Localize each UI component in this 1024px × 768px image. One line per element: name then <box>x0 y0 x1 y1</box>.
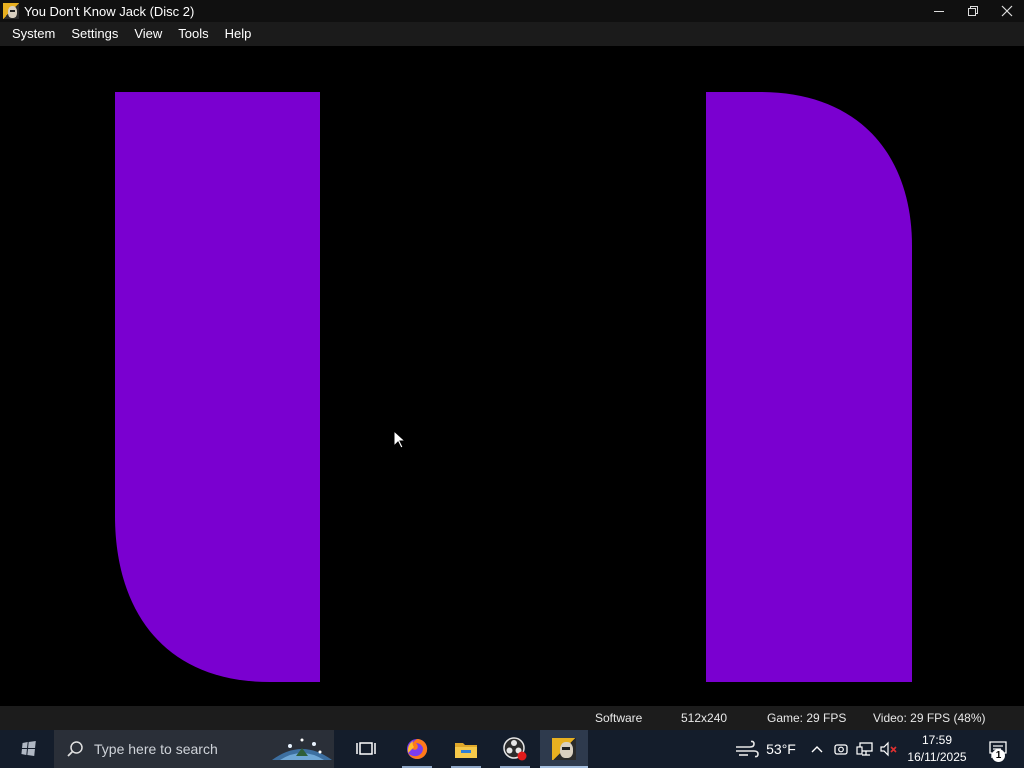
ydkj-taskbar-button[interactable] <box>540 730 588 768</box>
volume-tray-button[interactable] <box>878 730 900 768</box>
search-icon <box>66 740 84 758</box>
clock-time: 17:59 <box>921 733 953 747</box>
obs-taskbar-button[interactable] <box>491 730 539 768</box>
ydkj-app-icon <box>552 738 576 760</box>
notification-count-badge: 1 <box>992 749 1005 762</box>
weather-temperature: 53°F <box>766 741 796 757</box>
emulator-status-bar: Software 512x240 Game: 29 FPS Video: 29 … <box>0 706 1024 730</box>
speaker-muted-icon <box>880 741 897 757</box>
menu-system[interactable]: System <box>4 22 63 46</box>
menu-tools[interactable]: Tools <box>170 22 216 46</box>
obs-icon <box>503 737 527 761</box>
close-button[interactable] <box>990 0 1024 22</box>
resolution-label: 512x240 <box>681 711 728 725</box>
restore-icon <box>968 6 978 16</box>
restore-button[interactable] <box>956 0 990 22</box>
chevron-up-icon <box>811 746 823 753</box>
left-purple-panel <box>115 92 320 682</box>
firefox-icon <box>407 738 428 759</box>
ydkj-app-icon[interactable] <box>3 3 19 19</box>
video-fps-label: Video: 29 FPS (48%) <box>873 711 986 725</box>
game-viewport[interactable] <box>0 46 1024 706</box>
search-highlights-icon <box>272 738 332 760</box>
clock-date: 16/11/2025 <box>907 750 967 764</box>
mouse-cursor-icon <box>393 430 407 449</box>
right-purple-panel <box>706 92 912 682</box>
game-screen <box>0 46 1024 706</box>
window-title: You Don't Know Jack (Disc 2) <box>24 3 195 19</box>
task-view-icon <box>356 742 376 755</box>
network-icon <box>856 742 873 756</box>
menu-view[interactable]: View <box>126 22 170 46</box>
task-view-button[interactable] <box>342 730 390 768</box>
network-tray-button[interactable] <box>854 730 876 768</box>
wind-weather-icon <box>736 740 759 758</box>
close-icon <box>1001 5 1013 17</box>
taskbar: Type here to search 53°F 17:59 16/11/202… <box>0 730 1024 768</box>
meet-now-tray-button[interactable] <box>830 730 852 768</box>
start-button[interactable] <box>0 730 54 768</box>
renderer-label: Software <box>595 711 643 725</box>
firefox-taskbar-button[interactable] <box>393 730 441 768</box>
show-hidden-icons-button[interactable] <box>808 730 826 768</box>
camera-icon <box>834 744 848 755</box>
minimize-icon <box>934 11 944 12</box>
game-fps-label: Game: 29 FPS <box>767 711 847 725</box>
windows-start-icon <box>21 741 36 756</box>
menu-settings[interactable]: Settings <box>63 22 126 46</box>
search-placeholder: Type here to search <box>94 741 218 757</box>
window-controls <box>922 0 1024 22</box>
taskbar-clock[interactable]: 17:59 16/11/2025 <box>900 730 974 768</box>
menu-help[interactable]: Help <box>217 22 260 46</box>
title-bar[interactable]: You Don't Know Jack (Disc 2) <box>0 0 1024 22</box>
menu-bar: System Settings View Tools Help <box>0 22 1024 46</box>
weather-widget[interactable]: 53°F <box>728 730 802 768</box>
minimize-button[interactable] <box>922 0 956 22</box>
taskbar-search-box[interactable]: Type here to search <box>54 730 334 768</box>
file-explorer-taskbar-button[interactable] <box>442 730 490 768</box>
file-explorer-icon <box>455 743 477 758</box>
